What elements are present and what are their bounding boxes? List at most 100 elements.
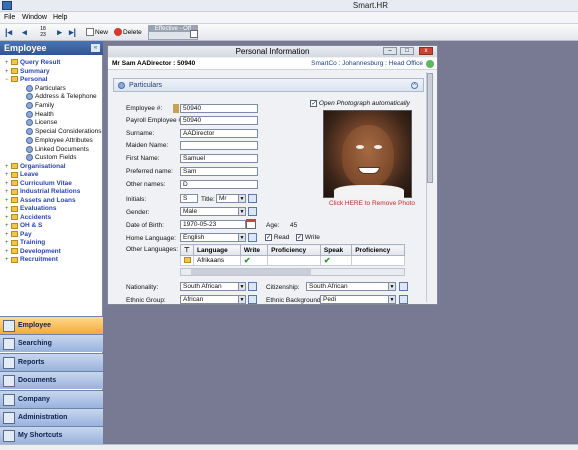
citizenship-dropdown-icon[interactable]: ▼ [388, 282, 396, 291]
nav-button-my-shortcuts[interactable]: My Shortcuts [0, 426, 103, 445]
open-photo-checkbox[interactable]: ✓ Open Photograph automatically [310, 100, 410, 107]
first-record-icon[interactable]: |◂ [4, 27, 13, 37]
new-button[interactable]: New [86, 27, 108, 38]
ethnic-group-dropdown-icon[interactable]: ▼ [238, 295, 246, 304]
nav-button-reports[interactable]: Reports [0, 352, 103, 371]
payroll-label: Payroll Employee #: [126, 117, 184, 124]
close-button[interactable]: x [419, 47, 433, 55]
write-checkbox[interactable]: ✓ Write [296, 234, 320, 241]
remove-photo-link[interactable]: Click HERE to Remove Photo [329, 200, 415, 207]
sidebar-item[interactable]: Special Considerations [5, 128, 101, 137]
sidebar-item[interactable]: Custom Fields [5, 154, 101, 163]
delete-icon [114, 28, 122, 37]
scrollbar-thumb[interactable] [427, 73, 433, 183]
speak-cell[interactable]: ✔ [319, 255, 353, 266]
nav-button-label: Searching [18, 340, 52, 348]
sidebar-item[interactable]: Linked Documents [5, 145, 101, 155]
collapse-icon[interactable]: « [91, 44, 100, 52]
nav-button-searching[interactable]: Searching [0, 334, 103, 353]
folder-icon [11, 239, 18, 246]
sidebar-category[interactable]: + Query Result [5, 59, 101, 68]
sidebar-category[interactable]: + Training [5, 239, 101, 248]
sidebar-category[interactable]: + Industrial Relations [5, 188, 101, 197]
nationality-select[interactable]: South African [180, 282, 246, 291]
sidebar-category[interactable]: + Leave [5, 171, 101, 180]
nav-button-employee[interactable]: Employee [0, 316, 103, 334]
sidebar-category[interactable]: + Development [5, 248, 101, 257]
sidebar-category[interactable]: − Personal [5, 76, 101, 85]
home-language-lookup-icon[interactable] [248, 233, 257, 242]
sidebar-item[interactable]: Family [5, 101, 101, 111]
ethnic-background-lookup-icon[interactable] [399, 295, 408, 304]
nav-button-company[interactable]: Company [0, 389, 103, 408]
photo-shirt [334, 185, 404, 199]
nationality-lookup-icon[interactable] [248, 282, 257, 291]
table-horizontal-scrollbar[interactable] [180, 268, 405, 276]
speak-proficiency-cell[interactable] [351, 255, 405, 266]
sidebar-category[interactable]: + Accidents [5, 214, 101, 223]
title-lookup-icon[interactable] [248, 194, 257, 203]
employee-no-field[interactable]: 50940 [180, 104, 258, 113]
sidebar-item-label: Evaluations [20, 205, 57, 213]
nationality-dropdown-icon[interactable]: ▼ [238, 282, 246, 291]
ethnic-group-select[interactable]: African [180, 295, 246, 304]
delete-button[interactable]: Delete [114, 27, 142, 38]
photo-face [342, 125, 394, 187]
sidebar-category[interactable]: + Curriculum Vitae [5, 180, 101, 189]
payroll-field[interactable]: 50940 [180, 116, 258, 125]
menu-window[interactable]: Window [22, 14, 47, 21]
gender-lookup-icon[interactable] [248, 207, 257, 216]
maiden-field[interactable] [180, 141, 258, 150]
sidebar-category[interactable]: + OH & S [5, 222, 101, 231]
date-picker-icon[interactable] [246, 219, 256, 229]
sidebar-category[interactable]: + Pay [5, 231, 101, 240]
gender-dropdown-icon[interactable]: ▼ [238, 207, 246, 216]
write-proficiency-cell[interactable] [267, 255, 321, 266]
collapse-section-icon[interactable]: ^ [411, 82, 418, 89]
maximize-button[interactable]: □ [400, 47, 414, 55]
sidebar-item[interactable]: Address & Telephone [5, 93, 101, 102]
sidebar-item[interactable]: Particulars [5, 84, 101, 94]
first-name-field[interactable]: Samuel [180, 154, 258, 163]
citizenship-select[interactable]: South African [306, 282, 396, 291]
previous-record-icon[interactable]: ◂ [20, 27, 29, 37]
table-row[interactable]: Afrikaans ✔ ✔ [180, 255, 405, 266]
sidebar-item-label: Family [35, 102, 55, 110]
minimize-button[interactable]: – [383, 47, 397, 55]
sidebar-category[interactable]: + Organisational [5, 163, 101, 172]
other-names-field[interactable]: D [180, 180, 258, 189]
speak-proficiency-header: Proficiency [351, 244, 405, 256]
calendar-icon[interactable] [190, 30, 198, 38]
sidebar-category[interactable]: + Summary [5, 68, 101, 77]
table-scroll-thumb[interactable] [191, 269, 311, 275]
write-cell[interactable]: ✔ [239, 255, 269, 266]
nav-button-documents[interactable]: Documents [0, 371, 103, 390]
menu-file[interactable]: File [4, 14, 15, 21]
preferred-field[interactable]: Sam [180, 167, 258, 176]
sidebar-category[interactable]: + Assets and Loans [5, 197, 101, 206]
ethnic-background-dropdown-icon[interactable]: ▼ [388, 295, 396, 304]
sidebar-item[interactable]: Health [5, 110, 101, 120]
dob-field[interactable]: 1970-05-23 [180, 220, 246, 229]
nav-button-administration[interactable]: Administration [0, 408, 103, 426]
ethnic-background-select[interactable]: Pedi [320, 295, 396, 304]
sidebar-item[interactable]: Employee Attributes [5, 136, 101, 146]
sidebar-category[interactable]: + Recruitment [5, 256, 101, 265]
menu-help[interactable]: Help [53, 14, 67, 21]
surname-field[interactable]: AADirector [180, 129, 258, 138]
last-record-icon[interactable]: ▸| [68, 27, 77, 37]
sidebar-item[interactable]: License [5, 119, 101, 128]
gender-select[interactable]: Male [180, 207, 246, 216]
title-dropdown-icon[interactable]: ▼ [238, 194, 246, 203]
home-language-select[interactable]: English [180, 233, 246, 242]
initials-field[interactable]: S [180, 194, 198, 203]
language-cell[interactable]: Afrikaans [193, 255, 241, 266]
read-checkbox[interactable]: ✓ Read [265, 234, 289, 241]
citizenship-lookup-icon[interactable] [399, 282, 408, 291]
sidebar-item-label: Health [35, 110, 54, 118]
employee-photo[interactable] [323, 110, 412, 199]
ethnic-group-lookup-icon[interactable] [248, 295, 257, 304]
sidebar-category[interactable]: + Evaluations [5, 205, 101, 214]
next-record-icon[interactable]: ▸ [55, 27, 64, 37]
home-language-dropdown-icon[interactable]: ▼ [238, 233, 246, 242]
